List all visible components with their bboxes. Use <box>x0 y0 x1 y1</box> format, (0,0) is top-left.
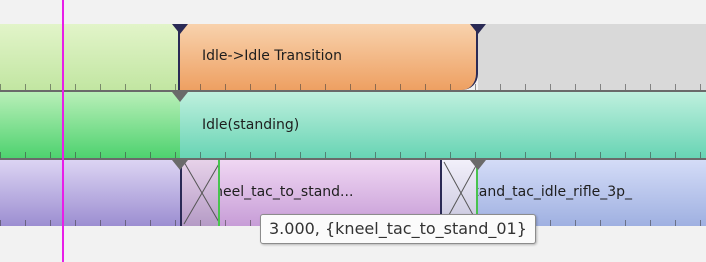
triangle-handle-icon[interactable] <box>470 160 486 170</box>
state-clip[interactable]: Idle(standing) <box>180 92 706 158</box>
state-track: Idle(standing) <box>0 92 706 158</box>
triangle-handle-icon[interactable] <box>172 24 188 34</box>
triangle-handle-icon[interactable] <box>470 24 486 34</box>
state-clip-left[interactable] <box>0 92 180 158</box>
transition-clip[interactable]: Idle->Idle Transition <box>180 24 478 90</box>
triangle-handle-icon[interactable] <box>172 92 188 102</box>
clip-tooltip: 3.000, {kneel_tac_to_stand_01} <box>260 214 536 244</box>
transition-clip-label: Idle->Idle Transition <box>202 48 342 64</box>
playhead-cursor[interactable] <box>62 0 64 262</box>
empty-clip-green[interactable] <box>0 24 180 90</box>
kneel-clip-label: kneel_tac_to_stand... <box>220 184 354 200</box>
stand-idle-clip-label: stand_tac_idle_rifle_3p_ <box>478 184 633 200</box>
triangle-handle-icon[interactable] <box>172 160 188 170</box>
animation-clip-empty[interactable] <box>0 160 180 226</box>
state-clip-label: Idle(standing) <box>202 117 300 133</box>
empty-clip-gray <box>478 24 706 90</box>
transition-track: Idle->Idle Transition <box>0 24 706 90</box>
